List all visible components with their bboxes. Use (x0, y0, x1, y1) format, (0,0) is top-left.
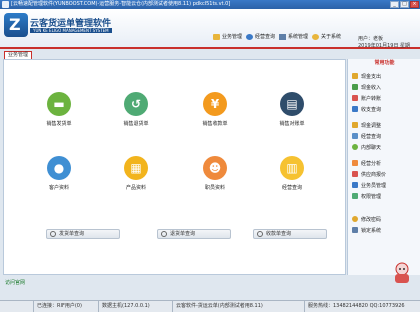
query-receipt-button[interactable]: 收款单查询 (253, 229, 327, 239)
supplier-quote-icon (352, 171, 358, 177)
maximize-button[interactable]: □ (400, 1, 409, 8)
ledger-query-icon (352, 106, 358, 112)
status-host: 数据主机(127.0.0.1) (98, 301, 150, 312)
sidebar-item-cash-adjust[interactable]: 现金调整 (352, 121, 381, 129)
func-sales-receipt[interactable]: ¥ 销售收款单 (193, 92, 237, 127)
return-icon: ↺ (124, 92, 148, 116)
status-connection: 已连接：RIF用户(0) (33, 301, 82, 312)
chat-icon (352, 144, 358, 150)
ledger-icon: ▤ (280, 92, 304, 116)
current-date: 2019年01月19日 星期 (358, 43, 411, 49)
permission-icon (352, 193, 358, 199)
sidebar-title: 常用功能 (374, 60, 395, 66)
status-bar: 已连接：RIF用户(0) 数据主机(127.0.0.1) 云客软件-货运云单(内… (0, 300, 420, 312)
status-software: 云客软件-货运云单(内部测试者用8.11) (172, 301, 263, 312)
official-site-link[interactable]: 访问官网 (5, 279, 25, 286)
toolbar-system-button[interactable]: 系统管理 (279, 33, 308, 40)
folder-icon (213, 33, 220, 40)
sidebar-item-permission[interactable]: 权限管理 (352, 192, 381, 200)
query-delivery-button[interactable]: 发货单查询 (46, 229, 120, 239)
func-sales-reconcile[interactable]: ▤ 销售对账单 (270, 92, 314, 127)
search-icon (161, 231, 167, 237)
yen-icon: ¥ (203, 92, 227, 116)
func-sales-return[interactable]: ↺ 销售退货单 (114, 92, 158, 127)
analysis-icon (352, 160, 358, 166)
salesman-icon (352, 182, 358, 188)
toolbar-business-button[interactable]: 业务管理 (213, 33, 242, 40)
cash-in-icon (352, 84, 358, 90)
func-sales-delivery[interactable]: ▬ 销售发货单 (37, 92, 81, 127)
sidebar-item-chat[interactable]: 内部聊天 (352, 143, 381, 151)
query-return-button[interactable]: 退货单查询 (157, 229, 231, 239)
key-icon (352, 216, 358, 222)
user-icon (246, 33, 254, 40)
func-staff[interactable]: ☻ 职员资料 (193, 156, 237, 191)
sidebar: 常用功能 现金支出 现金收入 账户转账 收支查询 现金调整 经营查询 内部聊天 … (347, 59, 420, 275)
sidebar-item-supplier-quote[interactable]: 供应商报价 (352, 170, 386, 178)
cash-adjust-icon (352, 122, 358, 128)
sidebar-item-cash-out[interactable]: 现金支出 (352, 72, 381, 80)
func-business-report[interactable]: ▥ 经营查询 (270, 156, 314, 191)
close-button[interactable]: × (410, 1, 419, 8)
truck-icon: ▬ (47, 92, 71, 116)
app-header: Z 云客货运单管理软件 YUN KE ELIGO MANAGEMENT SYST… (0, 9, 420, 49)
logo-icon: Z (4, 13, 28, 37)
main-toolbar: 业务管理 经营查询 系统管理 关于系统 (213, 33, 341, 40)
toolbar-query-button[interactable]: 经营查询 (246, 33, 275, 40)
tab-business[interactable]: 业务管理 (4, 51, 33, 59)
user-name: 用户：老板 (358, 36, 384, 42)
main-panel: ▬ 销售发货单 ↺ 销售退货单 ¥ 销售收款单 ▤ 销售对账单 ● 客户资料 ▦… (3, 59, 346, 275)
window-title: [云畅速配管理软件(YUNBOOST.COM)-运营服务-智能云仓(内部测试者使… (11, 1, 231, 7)
chart-icon: ▥ (280, 156, 304, 180)
sidebar-item-ledger-query[interactable]: 收支查询 (352, 105, 381, 113)
brand-subtitle: YUN KE ELIGO MANAGEMENT SYSTEM (30, 28, 112, 33)
sidebar-item-change-password[interactable]: 修改密码 (352, 215, 381, 223)
system-icon (279, 33, 287, 40)
sidebar-item-transfer[interactable]: 账户转账 (352, 94, 381, 102)
info-icon (312, 33, 320, 40)
customer-icon: ● (47, 156, 71, 180)
staff-icon: ☻ (203, 156, 227, 180)
sidebar-item-lock[interactable]: 锁定系统 (352, 226, 381, 234)
sidebar-item-business-query[interactable]: 经营查询 (352, 132, 381, 140)
business-query-icon (352, 133, 358, 139)
transfer-icon (352, 95, 358, 101)
tab-strip: 业务管理 (0, 51, 346, 59)
cash-out-icon (352, 73, 358, 79)
user-info: 用户：老板 2019年01月19日 星期 (358, 36, 410, 50)
func-product[interactable]: ▦ 产品资料 (114, 156, 158, 191)
status-hotline: 服务热线：13482144820 QQ:10773926 (304, 301, 405, 312)
sidebar-item-analysis[interactable]: 经营分析 (352, 159, 381, 167)
sidebar-item-salesman[interactable]: 业务员管理 (352, 181, 386, 189)
lock-icon (352, 227, 358, 233)
product-icon: ▦ (124, 156, 148, 180)
search-icon (257, 231, 263, 237)
app-icon (2, 1, 9, 8)
window-controls: _ □ × (390, 1, 419, 8)
minimize-button[interactable]: _ (390, 1, 399, 8)
window-titlebar: [云畅速配管理软件(YUNBOOST.COM)-运营服务-智能云仓(内部测试者使… (0, 0, 420, 9)
mascot-icon (392, 262, 412, 284)
search-icon (50, 231, 56, 237)
func-customer[interactable]: ● 客户资料 (37, 156, 81, 191)
sidebar-item-cash-in[interactable]: 现金收入 (352, 83, 381, 91)
toolbar-about-button[interactable]: 关于系统 (312, 33, 341, 40)
